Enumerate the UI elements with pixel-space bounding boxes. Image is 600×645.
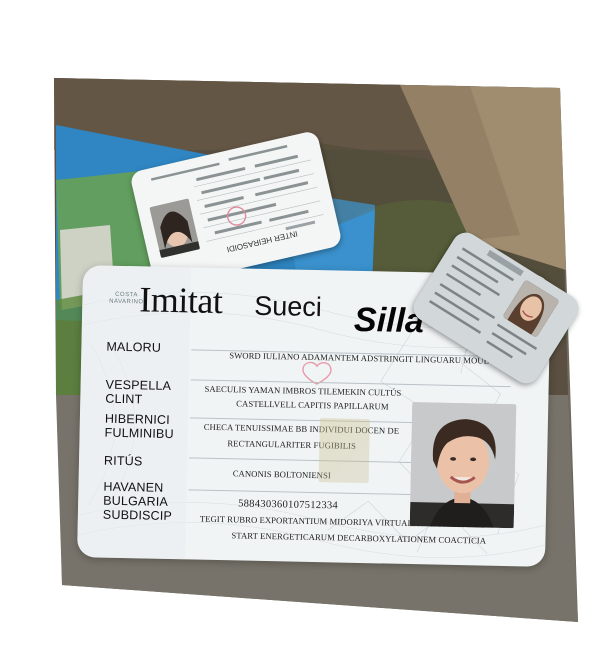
field-label-3b: FULMINIBU xyxy=(104,425,174,442)
field-label-1: MALORU xyxy=(106,339,162,355)
card-line-8: START ENERGETICARUM DECARBOXYLATIONEM CO… xyxy=(231,530,487,546)
field-label-5c: SUBDISCIP xyxy=(102,507,173,524)
card-line-1: SWORD IULIANO ADAMANTEM ADSTRINGIT LINGU… xyxy=(229,350,490,366)
card-line-2: SAECULIS YAMAN IMBROS TILEMEKIN CULTÚS xyxy=(204,383,402,398)
scene: INTER HEIRASOIDI COSTA NAVARINO Imitat S… xyxy=(0,0,600,645)
card-line-3: CASTELLVELL CAPITIS PAPILLARUM xyxy=(236,398,389,412)
hologram-patch xyxy=(318,418,370,484)
field-label-4: RITÚS xyxy=(103,453,143,469)
field-label-5a: HAVANEN xyxy=(103,479,164,495)
field-label-5b: BULGARIA xyxy=(103,493,169,509)
portrait-image xyxy=(409,402,517,529)
card-line-6: CANONIS BOLTONIENSI xyxy=(232,468,331,481)
card-number: 588430360107512334 xyxy=(238,498,339,512)
field-label-2b: CLINT xyxy=(105,391,143,407)
holder-portrait xyxy=(409,402,517,529)
card-title-sueci: Sueci xyxy=(253,290,323,323)
card-line-4: CHECA TENUISSIMAE BB INDIVIDUI DOCEN DE xyxy=(203,421,400,436)
field-label-2a: VESPELLA xyxy=(105,377,172,393)
field-label-3a: HIBERNICI xyxy=(104,411,171,427)
card-title-imitat: Imitat xyxy=(138,279,223,322)
